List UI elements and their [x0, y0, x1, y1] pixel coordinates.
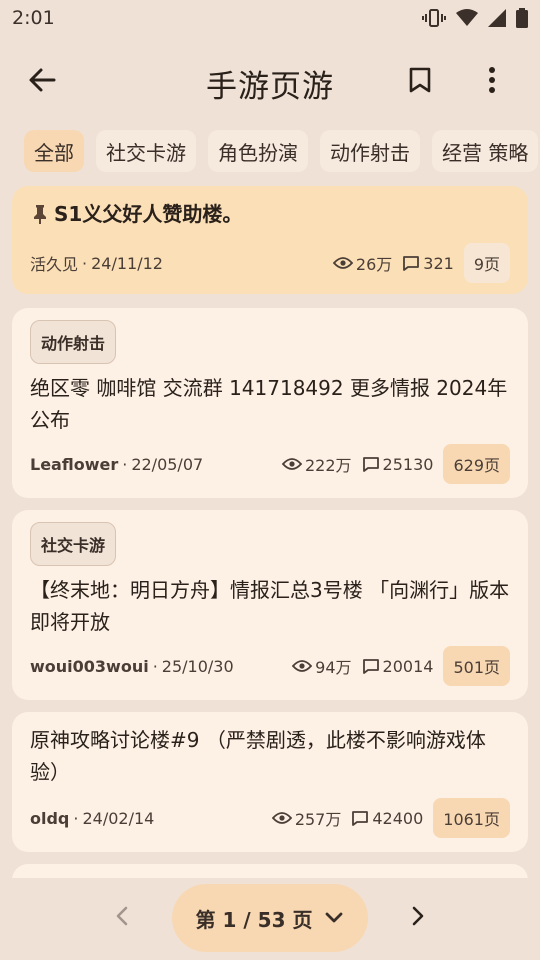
battery-icon	[516, 8, 528, 28]
chip-social-card[interactable]: 社交卡游	[96, 130, 196, 172]
reply-count: 321	[423, 253, 454, 273]
replies-stat: 321	[402, 254, 454, 273]
meta-separator: ·	[152, 656, 158, 676]
meta-separator: ·	[122, 454, 128, 474]
pages-badge[interactable]: 501页	[443, 646, 510, 686]
thread-meta: oldq · 24/02/14 257万 42400 1061页	[30, 798, 510, 838]
chevron-left-icon	[116, 906, 128, 926]
comment-icon	[352, 811, 369, 826]
meta-separator: ·	[73, 808, 79, 828]
thread-date: 24/02/14	[82, 808, 155, 828]
view-count: 222万	[305, 456, 352, 475]
views-stat: 222万	[282, 452, 352, 476]
thread-title: 【终末地：明日方舟】情报汇总3号楼 「向渊行」版本即将开放	[30, 578, 510, 634]
replies-stat: 20014	[362, 656, 434, 676]
pages-badge[interactable]: 9页	[463, 243, 510, 283]
meta-separator: ·	[82, 253, 88, 273]
replies-stat: 25130	[362, 454, 434, 474]
pages-badge[interactable]: 629页	[443, 444, 510, 484]
bookmark-icon	[409, 67, 431, 93]
status-bar: 2:01	[0, 0, 540, 36]
vibrate-icon	[422, 9, 446, 27]
category-chips: 全部 社交卡游 角色扮演 动作射击 经营 策略	[24, 130, 540, 172]
eye-icon	[271, 812, 292, 824]
next-page-button[interactable]	[400, 898, 436, 934]
views-stat: 26万	[332, 251, 393, 275]
thread-title: 绝区零 咖啡馆 交流群 141718492 更多情报 2024年公布	[30, 376, 508, 432]
comment-icon	[362, 457, 379, 472]
thread-card[interactable]: 原神攻略讨论楼#9 （严禁剧透，此楼不影响游戏体验） oldq · 24/02/…	[12, 712, 528, 852]
thread-author: 活久见	[30, 255, 79, 274]
thread-title: S1义父好人赞助楼。	[54, 202, 243, 226]
thread-author: Leaflower	[30, 454, 119, 474]
page-selector[interactable]: 第 1 / 53 页	[172, 884, 368, 952]
page-indicator: 第 1 / 53 页	[195, 907, 313, 932]
top-app-bar: 手游页游	[0, 44, 540, 114]
more-vertical-icon	[489, 67, 495, 93]
chip-strategy[interactable]: 经营 策略	[432, 130, 539, 172]
status-icons	[422, 8, 528, 28]
eye-icon	[282, 458, 302, 470]
chip-rpg[interactable]: 角色扮演	[208, 130, 308, 172]
view-count: 257万	[294, 810, 342, 829]
more-options-button[interactable]	[472, 60, 512, 100]
view-count: 94万	[315, 658, 352, 677]
chevron-down-icon	[326, 912, 343, 923]
chip-all[interactable]: 全部	[24, 130, 84, 172]
thread-date: 24/11/12	[91, 253, 163, 273]
thread-author: oldq	[30, 808, 70, 828]
view-count: 26万	[355, 255, 393, 274]
eye-icon	[332, 257, 353, 269]
reply-count: 42400	[372, 808, 424, 828]
bookmark-button[interactable]	[400, 60, 440, 100]
chip-action-shooter[interactable]: 动作射击	[320, 130, 420, 172]
thread-tag[interactable]: 社交卡游	[30, 522, 117, 566]
replies-stat: 42400	[351, 809, 423, 828]
views-stat: 94万	[292, 654, 352, 678]
status-time: 2:01	[12, 7, 55, 29]
thread-card[interactable]: 动作射击 绝区零 咖啡馆 交流群 141718492 更多情报 2024年公布 …	[12, 308, 528, 498]
thread-meta: Leaflower · 22/05/07 222万 25130 629页	[30, 444, 510, 484]
signal-icon	[488, 9, 506, 27]
thread-author: woui003woui	[30, 656, 149, 676]
thread-tag[interactable]: 动作射击	[30, 320, 117, 364]
page-title: 手游页游	[206, 69, 334, 105]
thread-date: 22/05/07	[131, 454, 204, 474]
prev-page-button[interactable]	[104, 898, 140, 934]
comment-icon	[362, 659, 379, 674]
thread-title: 原神攻略讨论楼#9 （严禁剧透，此楼不影响游戏体验）	[30, 728, 486, 784]
thread-card[interactable]: 社交卡游 【终末地：明日方舟】情报汇总3号楼 「向渊行」版本即将开放 woui0…	[12, 510, 528, 700]
chevron-right-icon	[412, 906, 424, 926]
pages-badge[interactable]: 1061页	[433, 798, 510, 838]
thread-date: 25/10/30	[161, 656, 234, 676]
thread-meta: 活久见 · 24/11/12 26万 321 9页	[30, 243, 510, 283]
reply-count: 25130	[382, 454, 434, 474]
thread-card-pinned[interactable]: S1义父好人赞助楼。 活久见 · 24/11/12 26万 321 9页	[12, 186, 528, 294]
wifi-icon	[456, 9, 478, 26]
views-stat: 257万	[271, 806, 342, 830]
pin-icon	[34, 205, 46, 224]
eye-icon	[292, 660, 313, 672]
pagination-bar: 第 1 / 53 页	[0, 878, 540, 960]
comment-icon	[403, 256, 420, 271]
reply-count: 20014	[382, 656, 434, 676]
thread-meta: woui003woui · 25/10/30 94万 20014 501页	[30, 646, 510, 686]
